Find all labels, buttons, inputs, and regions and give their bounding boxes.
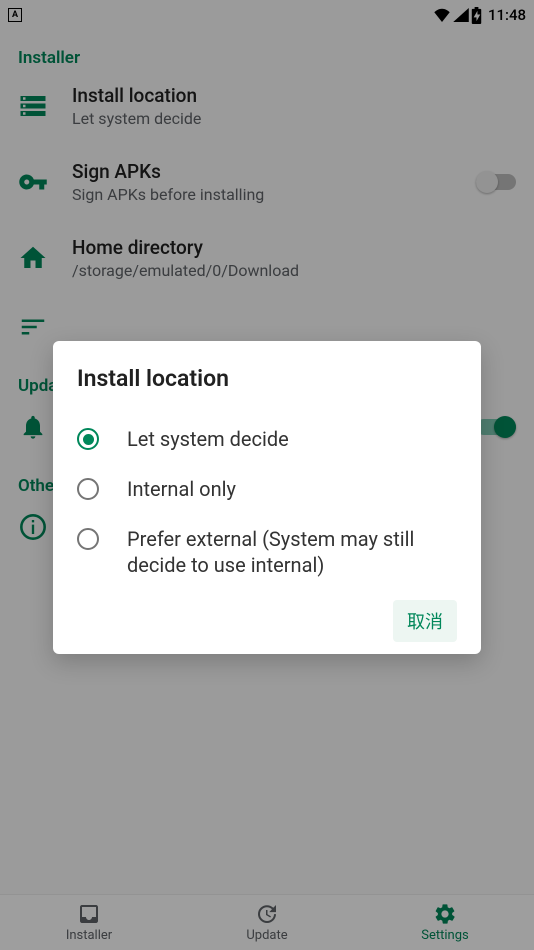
install-location-dialog: Install location Let system decide Inter…	[53, 341, 481, 654]
cancel-button[interactable]: 取消	[393, 600, 457, 642]
radio-label: Internal only	[127, 476, 236, 502]
radio-option-let-system-decide[interactable]: Let system decide	[77, 414, 457, 464]
radio-option-internal-only[interactable]: Internal only	[77, 464, 457, 514]
radio-selected-icon	[77, 428, 99, 450]
dialog-title: Install location	[77, 365, 457, 392]
radio-label: Let system decide	[127, 426, 289, 452]
radio-option-prefer-external[interactable]: Prefer external (System may still decide…	[77, 514, 457, 590]
radio-unselected-icon	[77, 478, 99, 500]
radio-label: Prefer external (System may still decide…	[127, 526, 457, 578]
radio-unselected-icon	[77, 528, 99, 550]
